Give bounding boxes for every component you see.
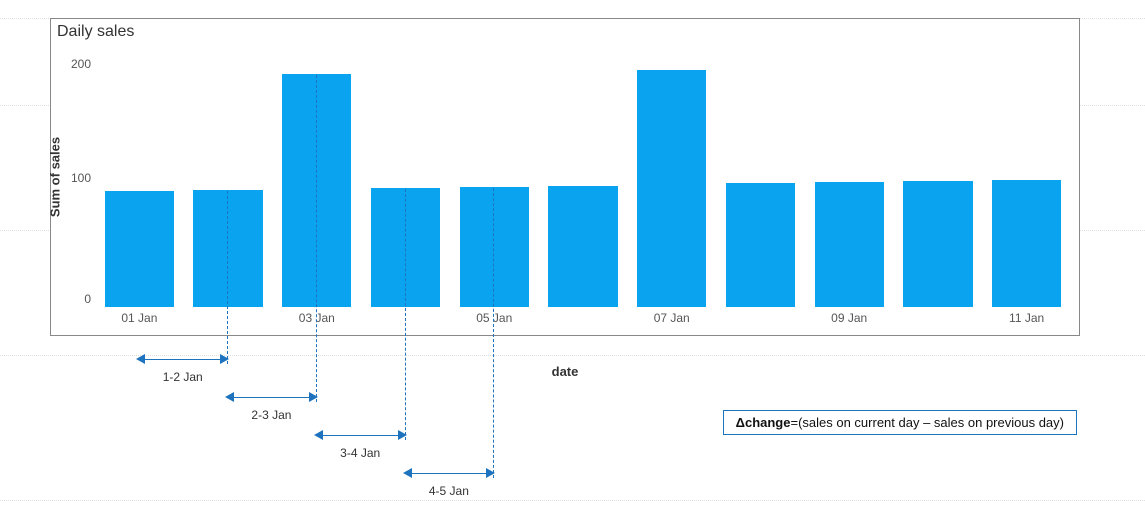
bar	[726, 183, 795, 307]
formula-text: =(sales on current day – sales on previo…	[790, 415, 1064, 430]
delta-arrow: 4-5 Jan	[405, 464, 494, 482]
delta-guide	[493, 188, 494, 478]
bar	[903, 181, 972, 307]
bar	[548, 186, 617, 307]
formula-box: Δchange=(sales on current day – sales on…	[723, 410, 1077, 435]
delta-guide	[316, 75, 317, 402]
delta-arrow: 3-4 Jan	[316, 426, 405, 444]
bar	[193, 190, 262, 307]
x-tick: 07 Jan	[654, 311, 690, 325]
chart-title: Daily sales	[57, 23, 134, 41]
delta-guide	[227, 191, 228, 364]
delta-arrow: 2-3 Jan	[227, 388, 316, 406]
bar	[815, 182, 884, 307]
y-axis-label: Sum of sales	[48, 137, 63, 217]
bar	[637, 70, 706, 307]
formula-delta: Δchange	[736, 415, 791, 430]
delta-label: 2-3 Jan	[251, 408, 291, 422]
delta-label: 1-2 Jan	[163, 370, 203, 384]
bar	[992, 180, 1061, 307]
x-tick: 01 Jan	[121, 311, 157, 325]
plot-area: 0 100 200 01 Jan03 Jan05 Jan07 Jan09 Jan…	[95, 55, 1071, 307]
y-tick: 100	[69, 171, 91, 185]
x-tick: 05 Jan	[476, 311, 512, 325]
x-tick: 11 Jan	[1009, 311, 1044, 325]
x-tick: 03 Jan	[299, 311, 335, 325]
bar	[371, 188, 440, 307]
page: Daily sales Sum of sales date 0 100 200 …	[0, 0, 1145, 530]
delta-arrow: 1-2 Jan	[138, 350, 227, 368]
delta-guide	[405, 189, 406, 440]
delta-label: 4-5 Jan	[429, 484, 469, 498]
y-tick: 0	[69, 292, 91, 306]
chart-frame: Daily sales Sum of sales date 0 100 200 …	[50, 18, 1080, 336]
delta-label: 3-4 Jan	[340, 446, 380, 460]
x-tick: 09 Jan	[831, 311, 867, 325]
y-tick: 200	[69, 57, 91, 71]
bar	[105, 191, 174, 307]
